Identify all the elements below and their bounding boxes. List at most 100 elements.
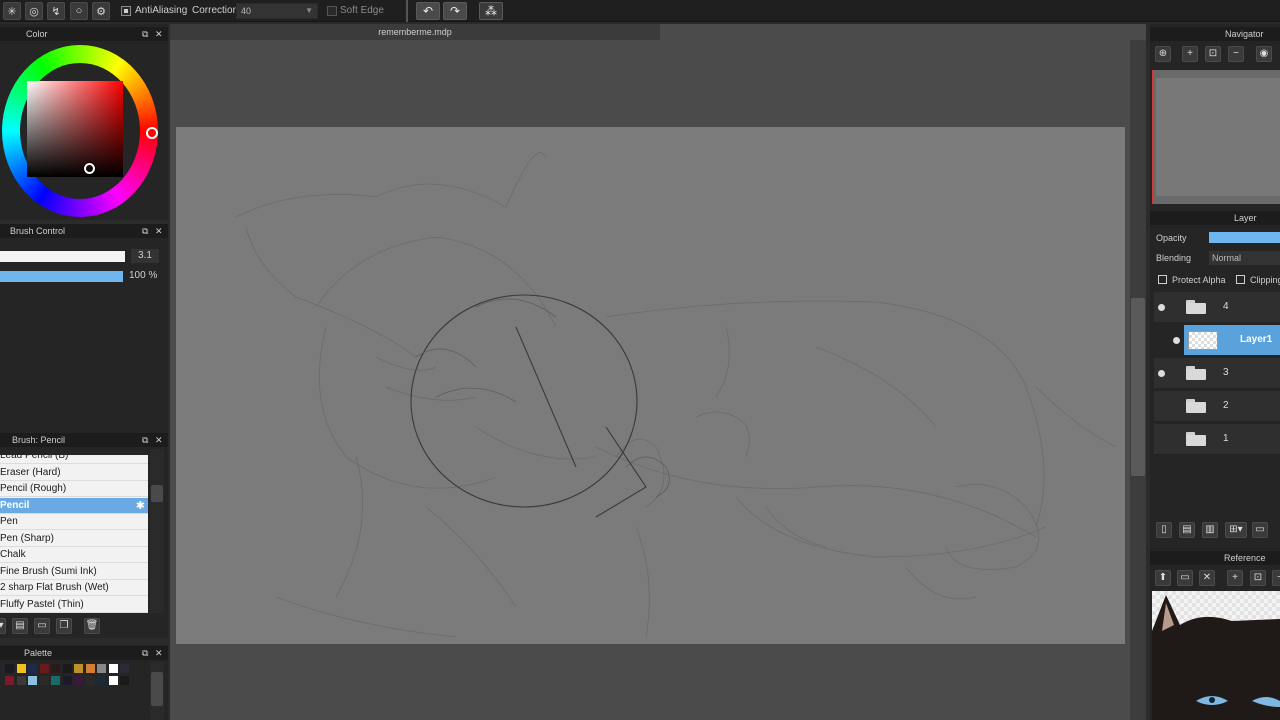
palette-swatch[interactable] [5,676,14,685]
close-icon[interactable]: ✕ [155,433,163,447]
zoom-in-icon[interactable]: + [1227,570,1243,586]
palette-swatch[interactable] [85,676,95,685]
palette-swatch[interactable] [74,664,83,673]
trash-icon[interactable]: 🗑 [84,618,100,634]
palette-swatch[interactable] [16,676,26,685]
palette-swatch[interactable] [85,664,95,673]
visibility-icon[interactable] [1173,337,1180,344]
brush-item[interactable]: Pen (Sharp) [0,531,148,547]
palette-swatch[interactable] [51,664,60,673]
deselect-icon[interactable]: ⁂ [479,2,503,20]
palette-swatch[interactable] [5,664,14,673]
ellipse-ruler-icon[interactable]: ○ [70,2,88,20]
brush-opacity-slider[interactable] [0,271,123,282]
zoom-fit-icon[interactable]: ⊕ [1155,46,1171,62]
palette-swatch[interactable] [62,676,72,685]
document-tab[interactable]: rememberme.mdp [170,24,660,40]
brush-item[interactable]: Lead Pencil (B) [0,455,148,464]
new-brush-icon[interactable]: ▤ [12,618,28,634]
new-layer-icon[interactable]: ▯ [1156,522,1172,538]
layer-folder-row[interactable]: 2 [1154,391,1280,422]
brush-size-value[interactable]: 3.1 [131,249,159,263]
palette-swatch[interactable] [39,664,49,673]
blending-select[interactable]: Normal [1209,251,1280,265]
palette-swatch[interactable] [97,664,106,673]
palette-swatch[interactable] [120,676,129,685]
reference-image[interactable] [1152,591,1280,720]
drawing-canvas[interactable] [176,127,1125,644]
soft-edge-checkbox[interactable] [327,6,337,16]
zoom-in-icon[interactable]: + [1182,46,1198,62]
layer-opacity-slider[interactable] [1209,232,1280,243]
symmetry-icon[interactable]: ✳ [3,2,21,20]
layer-folder-row[interactable]: 3 [1154,358,1280,389]
brush-item[interactable]: Pencil ✱ [0,497,148,514]
palette-scrollbar[interactable] [150,662,164,720]
zoom-out-icon[interactable]: − [1228,46,1244,62]
redo-icon[interactable]: ↷ [443,2,467,20]
scroll-thumb[interactable] [1131,298,1145,476]
canvas-vertical-scrollbar[interactable] [1130,40,1146,720]
curve-ruler-icon[interactable]: ↯ [47,2,65,20]
actual-size-icon[interactable]: ⊡ [1205,46,1221,62]
brush-item[interactable]: Fine Brush (Sumi Ink) [0,564,148,580]
detach-icon[interactable]: ⧉ [142,646,148,660]
detach-icon[interactable]: ⧉ [142,27,148,41]
brush-item[interactable]: Pen [0,514,148,530]
undo-icon[interactable]: ↶ [416,2,440,20]
brush-item[interactable]: Chalk [0,547,148,563]
close-icon[interactable]: ✕ [155,646,163,660]
clipping-checkbox[interactable] [1236,275,1245,284]
scroll-thumb[interactable] [151,485,163,502]
brush-menu-icon[interactable]: ▾ [0,618,6,634]
brush-item[interactable]: Fluffy Pastel (Thin) [0,597,148,613]
correction-select[interactable]: 40 ▼ [236,3,318,19]
brush-settings-icon[interactable]: ✱ [136,498,145,514]
palette-swatch[interactable] [108,664,118,673]
brush-item[interactable]: 2 sharp Flat Brush (Wet) [0,580,148,596]
upload-icon[interactable]: ⬆ [1155,570,1171,586]
hue-cursor[interactable] [146,127,158,139]
close-icon[interactable]: ✕ [155,27,163,41]
folder-icon[interactable]: ▭ [34,618,50,634]
layer-folder-row[interactable]: 4 [1154,292,1280,323]
settings-icon[interactable]: ⚙ [92,2,110,20]
visibility-icon[interactable] [1158,304,1165,311]
detach-icon[interactable]: ⧉ [142,433,148,447]
palette-swatch[interactable] [16,664,26,673]
color-picker-cursor[interactable] [84,163,95,174]
scroll-thumb[interactable] [151,672,163,706]
palette-swatch[interactable] [62,664,72,673]
palette-swatch[interactable] [74,676,83,685]
zoom-out-icon[interactable]: − [1272,570,1280,586]
import-layer-icon[interactable]: ▥ [1202,522,1218,538]
detach-icon[interactable]: ⧉ [142,224,148,238]
open-folder-icon[interactable]: ▭ [1177,570,1193,586]
layer-folder-row[interactable]: 1 [1154,424,1280,455]
antialiasing-checkbox[interactable] [121,6,131,16]
palette-swatch[interactable] [120,664,129,673]
new-folder-icon[interactable]: ▭ [1252,522,1268,538]
concentric-icon[interactable]: ◎ [25,2,43,20]
close-icon[interactable]: ✕ [155,224,163,238]
brush-item[interactable]: Pencil (Rough) [0,481,148,497]
brush-list-scrollbar[interactable] [150,449,164,613]
brush-size-slider[interactable] [0,251,125,262]
duplicate-icon[interactable]: ❐ [56,618,72,634]
layer-row[interactable]: Layer1 [1184,325,1280,356]
brush-item[interactable]: Eraser (Hard) [0,465,148,481]
navigator-preview[interactable] [1152,70,1280,204]
visibility-icon[interactable] [1158,370,1165,377]
palette-swatch[interactable] [28,676,37,685]
rotate-icon[interactable]: ◉ [1256,46,1272,62]
palette-swatch[interactable] [28,664,37,673]
saturation-value-square[interactable] [27,81,123,177]
layer-menu-icon[interactable]: ⊞▾ [1225,522,1247,538]
palette-swatch[interactable] [97,676,106,685]
palette-swatch[interactable] [108,676,118,685]
close-icon[interactable]: ✕ [1199,570,1215,586]
fit-icon[interactable]: ⊡ [1250,570,1266,586]
palette-swatch[interactable] [51,676,60,685]
protect-alpha-checkbox[interactable] [1158,275,1167,284]
new-layer-type-icon[interactable]: ▤ [1179,522,1195,538]
